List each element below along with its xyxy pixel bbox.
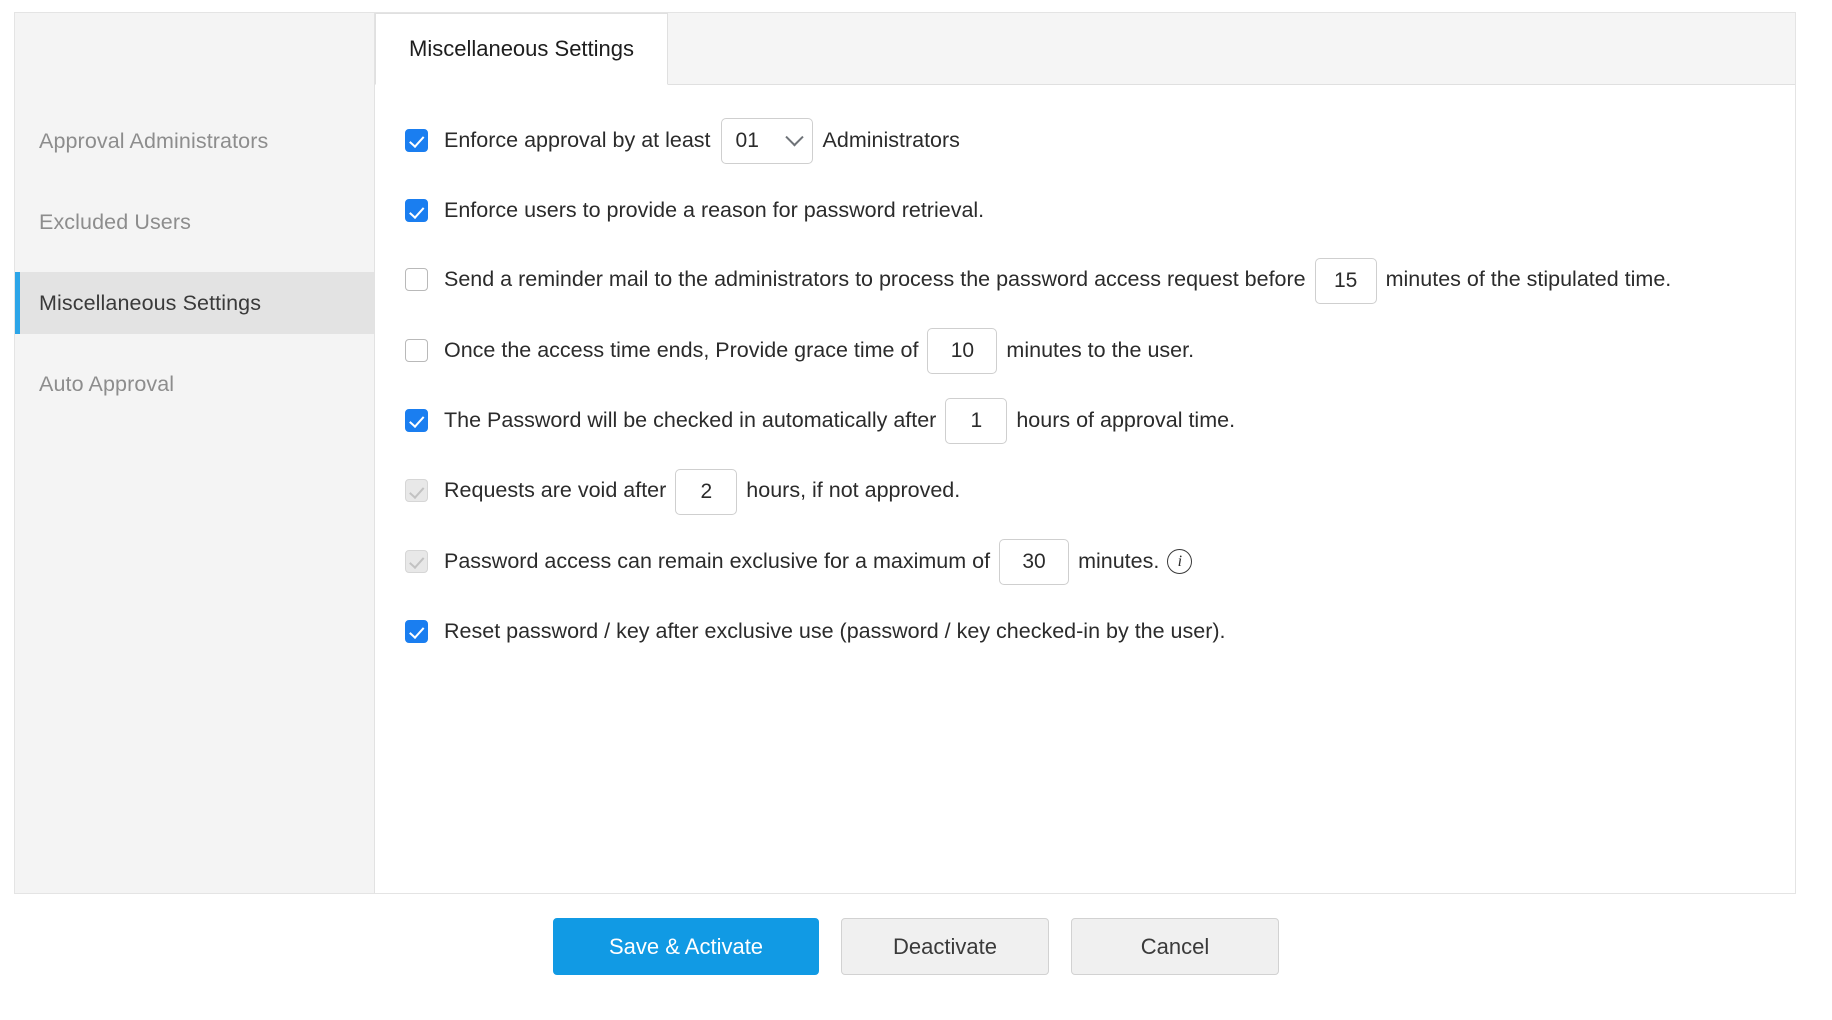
save-activate-label: Save & Activate [609,934,763,960]
footer-actions: Save & Activate Deactivate Cancel [0,918,1832,975]
option-row-grace-time: Once the access time ends, Provide grace… [405,327,1765,374]
option-row-reset-password: Reset password / key after exclusive use… [405,608,1765,654]
deactivate-button[interactable]: Deactivate [841,918,1049,975]
option-body: Requests are void after 2 hours, if not ap… [428,467,1765,514]
sidebar-item-label: Auto Approval [39,372,174,397]
sidebar-item-label: Excluded Users [39,210,191,235]
option-body: The Password will be checked in automati… [428,397,1765,444]
input-checkin-hours[interactable]: 1 [945,398,1007,444]
sidebar-item-excluded-users[interactable]: Excluded Users [15,191,374,253]
info-icon[interactable]: i [1167,549,1192,574]
option-body: Enforce approval by at least 01 Administra… [428,117,1765,164]
option-body: Password access can remain exclusive for… [428,538,1765,585]
option-text-before: Requests are void after [444,478,666,502]
chevron-down-icon [785,128,803,146]
option-row-enforce-reason: Enforce users to provide a reason for pa… [405,187,1765,233]
option-text-after: hours, if not approved. [746,478,960,502]
cancel-label: Cancel [1141,934,1209,960]
input-reminder-minutes[interactable]: 15 [1315,258,1377,304]
tab-bar: Miscellaneous Settings [375,13,1795,85]
checkbox-reset-password[interactable] [405,620,428,643]
settings-content: Miscellaneous Settings Enforce approval … [375,13,1795,893]
option-text-after: hours of approval time. [1016,408,1235,432]
tab-label: Miscellaneous Settings [409,36,634,62]
option-text-after: minutes of the stipulated time. [1386,267,1672,291]
settings-page: Approval Administrators Excluded Users M… [0,0,1832,1020]
option-text-before: The Password will be checked in automati… [444,408,936,432]
select-approval-admin-count[interactable]: 01 [721,118,813,164]
option-body: Reset password / key after exclusive use… [428,608,1765,654]
option-row-auto-checkin: The Password will be checked in automati… [405,397,1765,444]
checkbox-exclusive-access [405,550,428,573]
option-body: Send a reminder mail to the administrato… [428,256,1765,303]
input-grace-minutes[interactable]: 10 [927,328,997,374]
sidebar-item-miscellaneous-settings[interactable]: Miscellaneous Settings [15,272,374,334]
cancel-button[interactable]: Cancel [1071,918,1279,975]
option-text-after: minutes. [1078,549,1159,573]
checkbox-reminder-mail[interactable] [405,268,428,291]
option-text-before: Send a reminder mail to the administrato… [444,267,1306,291]
input-exclusive-minutes[interactable]: 30 [999,539,1069,585]
settings-panel: Approval Administrators Excluded Users M… [14,12,1796,894]
option-row-enforce-approval: Enforce approval by at least 01 Administra… [405,117,1765,164]
option-text-before: Enforce approval by at least [444,128,711,152]
sidebar-item-label: Miscellaneous Settings [39,291,261,316]
input-void-hours[interactable]: 2 [675,469,737,515]
checkbox-enforce-approval[interactable] [405,129,428,152]
option-text-after: Administrators [823,128,960,152]
deactivate-label: Deactivate [893,934,997,960]
sidebar-item-auto-approval[interactable]: Auto Approval [15,353,374,415]
option-text-after: minutes to the user. [1006,338,1194,362]
option-row-exclusive-access: Password access can remain exclusive for… [405,538,1765,585]
option-row-requests-void: Requests are void after 2 hours, if not ap… [405,467,1765,514]
select-value: 01 [736,118,759,164]
sidebar-item-label: Approval Administrators [39,129,268,154]
option-text-before: Password access can remain exclusive for… [444,549,990,573]
option-body: Once the access time ends, Provide grace… [428,327,1765,374]
save-activate-button[interactable]: Save & Activate [553,918,819,975]
option-body: Enforce users to provide a reason for pa… [428,187,1765,233]
checkbox-grace-time[interactable] [405,339,428,362]
settings-sidebar: Approval Administrators Excluded Users M… [15,13,375,893]
sidebar-item-approval-administrators[interactable]: Approval Administrators [15,110,374,172]
checkbox-auto-checkin[interactable] [405,409,428,432]
option-text: Enforce users to provide a reason for pa… [444,198,984,222]
checkbox-requests-void [405,479,428,502]
option-text-before: Once the access time ends, Provide grace… [444,338,918,362]
option-text: Reset password / key after exclusive use… [444,619,1226,643]
tab-miscellaneous-settings[interactable]: Miscellaneous Settings [375,13,668,85]
checkbox-enforce-reason[interactable] [405,199,428,222]
option-row-reminder-mail: Send a reminder mail to the administrato… [405,256,1765,303]
options-list: Enforce approval by at least 01 Administra… [375,85,1795,893]
